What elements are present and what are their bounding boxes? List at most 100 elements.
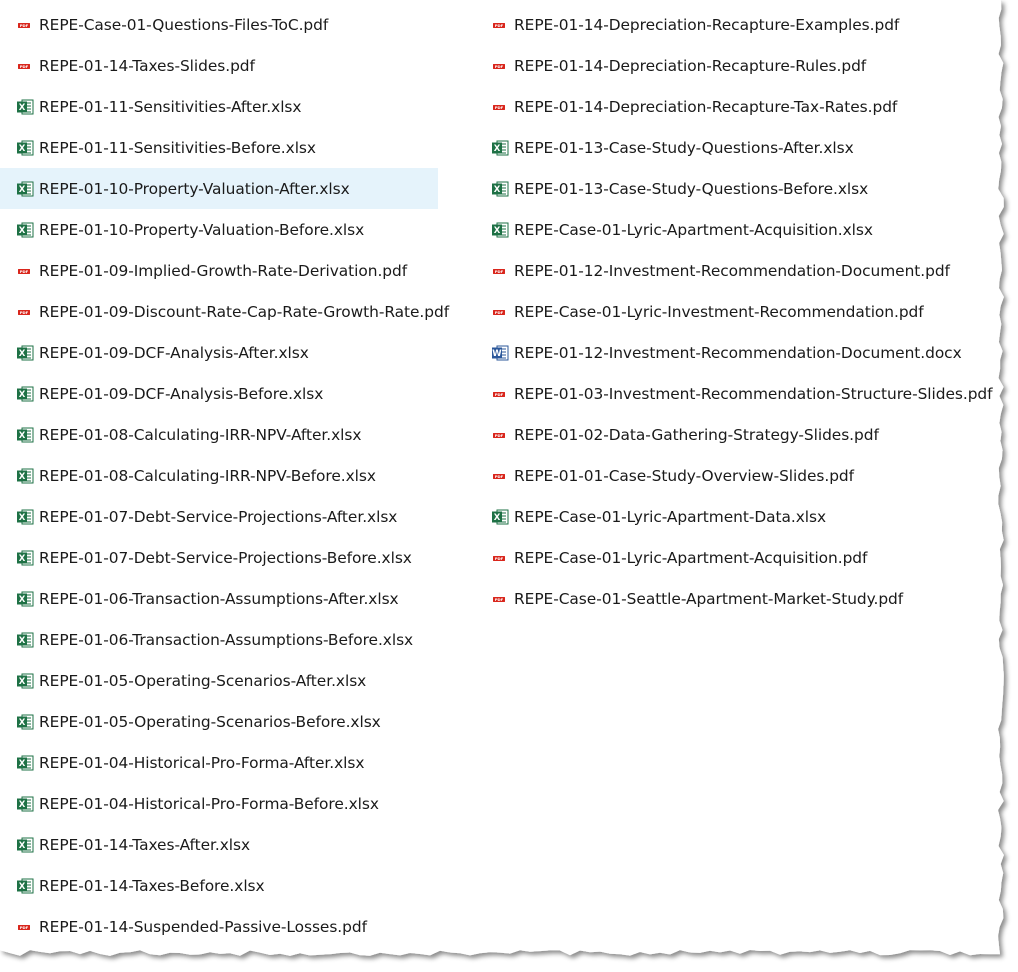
file-item[interactable]: PDF REPE-01-12-Investment-Recommendation-… — [475, 250, 995, 291]
file-name: REPE-01-01-Case-Study-Overview-Slides.pd… — [514, 466, 855, 485]
file-item[interactable]: X REPE-Case-01-Lyric-Apartment-Data.xlsx — [475, 496, 995, 537]
svg-text:X: X — [19, 595, 26, 605]
file-item[interactable]: W REPE-01-12-Investment-Recommendation-Do… — [475, 332, 995, 373]
svg-text:X: X — [494, 185, 501, 195]
svg-text:X: X — [19, 882, 26, 892]
file-item[interactable]: X REPE-01-13-Case-Study-Questions-Before.… — [475, 168, 995, 209]
svg-text:PDF: PDF — [20, 23, 29, 28]
pdf-file-icon: PDF — [493, 432, 505, 438]
excel-file-icon: X — [17, 509, 34, 524]
file-item[interactable]: PDF REPE-01-14-Depreciation-Recapture-Rul… — [475, 45, 995, 86]
file-item[interactable]: PDF REPE-01-14-Suspended-Passive-Losses.p… — [0, 906, 438, 947]
file-name: REPE-01-08-Calculating-IRR-NPV-Before.xl… — [39, 466, 376, 485]
file-name: REPE-01-05-Operating-Scenarios-After.xls… — [39, 671, 367, 690]
file-item[interactable]: X REPE-01-10-Property-Valuation-Before.xl… — [0, 209, 438, 250]
file-name: REPE-01-02-Data-Gathering-Strategy-Slide… — [514, 425, 879, 444]
svg-text:X: X — [19, 513, 26, 523]
file-name: REPE-01-14-Suspended-Passive-Losses.pdf — [39, 917, 367, 936]
file-name: REPE-01-10-Property-Valuation-Before.xls… — [39, 220, 365, 239]
file-item[interactable]: X REPE-01-11-Sensitivities-Before.xlsx — [0, 127, 438, 168]
excel-file-icon: X — [17, 386, 34, 401]
pdf-file-icon: PDF — [493, 391, 505, 397]
file-item[interactable]: X REPE-01-13-Case-Study-Questions-After.x… — [475, 127, 995, 168]
file-item[interactable]: X REPE-01-06-Transaction-Assumptions-Afte… — [0, 578, 438, 619]
file-item[interactable]: PDF REPE-01-01-Case-Study-Overview-Slides… — [475, 455, 995, 496]
pdf-file-icon: PDF — [18, 22, 30, 28]
file-name: REPE-01-05-Operating-Scenarios-Before.xl… — [39, 712, 381, 731]
file-name: REPE-Case-01-Seattle-Apartment-Market-St… — [514, 589, 904, 608]
file-item[interactable]: PDF REPE-01-14-Taxes-Slides.pdf — [0, 45, 438, 86]
excel-file-icon: X — [17, 796, 34, 811]
svg-text:X: X — [19, 390, 26, 400]
excel-file-icon: X — [492, 509, 509, 524]
file-item[interactable]: X REPE-01-14-Taxes-After.xlsx — [0, 824, 438, 865]
excel-file-icon: X — [492, 222, 509, 237]
file-item[interactable]: X REPE-01-08-Calculating-IRR-NPV-Before.x… — [0, 455, 438, 496]
svg-text:PDF: PDF — [20, 64, 29, 69]
svg-text:X: X — [19, 226, 26, 236]
file-name: REPE-01-12-Investment-Recommendation-Doc… — [514, 343, 962, 362]
file-item[interactable]: PDF REPE-01-14-Depreciation-Recapture-Tax… — [475, 86, 995, 127]
file-column-left: PDF REPE-Case-01-Questions-Files-ToC.pdf P… — [0, 4, 449, 947]
pdf-file-icon: PDF — [493, 63, 505, 69]
file-item[interactable]: X REPE-01-04-Historical-Pro-Forma-Before.… — [0, 783, 438, 824]
file-item[interactable]: X REPE-01-07-Debt-Service-Projections-Aft… — [0, 496, 438, 537]
file-item[interactable]: PDF REPE-01-09-Implied-Growth-Rate-Deriva… — [0, 250, 438, 291]
pdf-file-icon: PDF — [493, 22, 505, 28]
svg-text:X: X — [19, 800, 26, 810]
pdf-file-icon: PDF — [18, 63, 30, 69]
file-item[interactable]: PDF REPE-01-02-Data-Gathering-Strategy-Sl… — [475, 414, 995, 455]
file-item[interactable]: X REPE-01-05-Operating-Scenarios-Before.x… — [0, 701, 438, 742]
file-item[interactable]: X REPE-01-14-Taxes-Before.xlsx — [0, 865, 438, 906]
svg-text:X: X — [494, 226, 501, 236]
file-item[interactable]: X REPE-Case-01-Lyric-Apartment-Acquisitio… — [475, 209, 995, 250]
file-item[interactable]: PDF REPE-01-09-Discount-Rate-Cap-Rate-Gro… — [0, 291, 449, 332]
svg-text:X: X — [19, 718, 26, 728]
file-item[interactable]: PDF REPE-Case-01-Seattle-Apartment-Market… — [475, 578, 995, 619]
svg-text:PDF: PDF — [20, 925, 29, 930]
excel-file-icon: X — [17, 632, 34, 647]
file-item[interactable]: X REPE-01-04-Historical-Pro-Forma-After.x… — [0, 742, 438, 783]
file-name: REPE-01-04-Historical-Pro-Forma-Before.x… — [39, 794, 379, 813]
file-name: REPE-01-06-Transaction-Assumptions-Befor… — [39, 630, 414, 649]
file-name: REPE-01-09-Discount-Rate-Cap-Rate-Growth… — [39, 302, 450, 321]
svg-text:PDF: PDF — [495, 474, 504, 479]
svg-text:X: X — [19, 103, 26, 113]
file-item[interactable]: X REPE-01-05-Operating-Scenarios-After.xl… — [0, 660, 438, 701]
file-item[interactable]: PDF REPE-01-14-Depreciation-Recapture-Exa… — [475, 4, 995, 45]
file-name: REPE-01-04-Historical-Pro-Forma-After.xl… — [39, 753, 365, 772]
file-name: REPE-Case-01-Lyric-Investment-Recommenda… — [514, 302, 924, 321]
file-name: REPE-01-11-Sensitivities-After.xlsx — [39, 97, 302, 116]
file-item[interactable]: X REPE-01-07-Debt-Service-Projections-Bef… — [0, 537, 438, 578]
pdf-file-icon: PDF — [493, 555, 505, 561]
file-item[interactable]: X REPE-01-06-Transaction-Assumptions-Befo… — [0, 619, 438, 660]
file-item[interactable]: X REPE-01-08-Calculating-IRR-NPV-After.xl… — [0, 414, 438, 455]
file-item[interactable]: X REPE-01-10-Property-Valuation-After.xls… — [0, 168, 438, 209]
file-name: REPE-Case-01-Lyric-Apartment-Acquisition… — [514, 548, 868, 567]
file-name: REPE-01-09-Implied-Growth-Rate-Derivatio… — [39, 261, 408, 280]
word-file-icon: W — [492, 345, 509, 360]
svg-text:X: X — [494, 144, 501, 154]
svg-text:X: X — [494, 513, 501, 523]
excel-file-icon: X — [17, 99, 34, 114]
file-name: REPE-01-10-Property-Valuation-After.xlsx — [39, 179, 350, 198]
file-name: REPE-01-09-DCF-Analysis-After.xlsx — [39, 343, 309, 362]
file-name: REPE-Case-01-Lyric-Apartment-Acquisition… — [514, 220, 873, 239]
file-item[interactable]: PDF REPE-Case-01-Questions-Files-ToC.pdf — [0, 4, 438, 45]
file-item[interactable]: X REPE-01-11-Sensitivities-After.xlsx — [0, 86, 438, 127]
svg-text:PDF: PDF — [495, 556, 504, 561]
file-item[interactable]: X REPE-01-09-DCF-Analysis-Before.xlsx — [0, 373, 438, 414]
svg-text:X: X — [19, 349, 26, 359]
excel-file-icon: X — [17, 427, 34, 442]
file-name: REPE-Case-01-Questions-Files-ToC.pdf — [39, 15, 329, 34]
excel-file-icon: X — [17, 591, 34, 606]
svg-text:PDF: PDF — [495, 310, 504, 315]
file-item[interactable]: PDF REPE-01-03-Investment-Recommendation-… — [475, 373, 995, 414]
file-item[interactable]: PDF REPE-Case-01-Lyric-Apartment-Acquisit… — [475, 537, 995, 578]
file-item[interactable]: X REPE-01-09-DCF-Analysis-After.xlsx — [0, 332, 438, 373]
file-item[interactable]: PDF REPE-Case-01-Lyric-Investment-Recomme… — [475, 291, 995, 332]
svg-text:X: X — [19, 431, 26, 441]
file-name: REPE-01-14-Taxes-Slides.pdf — [39, 56, 255, 75]
excel-file-icon: X — [17, 345, 34, 360]
svg-text:PDF: PDF — [495, 392, 504, 397]
